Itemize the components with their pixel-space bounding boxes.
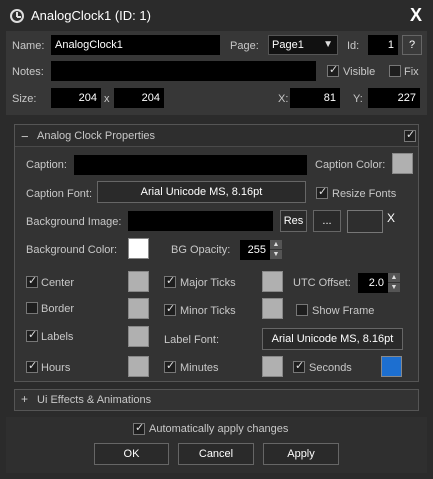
hours-label: Hours	[41, 362, 71, 374]
utc-up-icon[interactable]: ▲	[388, 273, 400, 282]
major-ticks-label: Major Ticks	[180, 277, 236, 289]
width-field[interactable]: 204	[51, 88, 101, 108]
bg-opacity-label: BG Opacity:	[171, 244, 231, 256]
page-label: Page:	[230, 40, 259, 52]
seconds-color-swatch[interactable]	[381, 356, 402, 377]
minor-ticks-checkbox[interactable]	[164, 302, 176, 316]
show-frame-checkbox[interactable]	[296, 304, 308, 316]
utc-offset-field[interactable]: 2.0	[358, 273, 388, 293]
center-label: Center	[41, 277, 75, 289]
clock-icon	[10, 9, 24, 23]
center-checkbox[interactable]	[26, 274, 38, 288]
minutes-color-swatch[interactable]	[262, 356, 283, 377]
minutes-label: Minutes	[180, 362, 219, 374]
res-button[interactable]: Res	[280, 210, 307, 232]
browse-button[interactable]: ...	[313, 210, 341, 232]
x-field[interactable]: 81	[290, 88, 340, 108]
border-color-swatch[interactable]	[128, 298, 149, 319]
border-label: Border	[41, 303, 75, 315]
caption-font-label: Caption Font:	[26, 188, 93, 200]
auto-apply-label: Automatically apply changes	[149, 423, 289, 435]
labels-checkbox[interactable]	[26, 328, 38, 342]
name-label: Name:	[12, 40, 45, 52]
utc-down-icon[interactable]: ▼	[388, 283, 400, 292]
hours-checkbox[interactable]	[26, 359, 38, 373]
close-button[interactable]: X	[405, 4, 427, 26]
properties-enabled-checkbox[interactable]	[404, 128, 416, 142]
caption-color-swatch[interactable]	[392, 153, 413, 174]
labels-color-swatch[interactable]	[128, 326, 149, 347]
chevron-down-icon: ▼	[323, 39, 333, 50]
window-title: AnalogClock1 (ID: 1)	[31, 8, 151, 23]
major-ticks-color-swatch[interactable]	[262, 271, 283, 292]
label-font-button[interactable]: Arial Unicode MS, 8.16pt	[262, 328, 403, 350]
hours-color-swatch[interactable]	[128, 356, 149, 377]
properties-title: Analog Clock Properties	[37, 130, 156, 142]
minor-ticks-color-swatch[interactable]	[262, 298, 283, 319]
bg-image-field[interactable]	[128, 211, 273, 231]
name-field[interactable]: AnalogClock1	[51, 35, 220, 55]
ui-effects-title: Ui Effects & Animations	[37, 394, 152, 406]
visible-checkbox[interactable]	[327, 63, 339, 77]
x-label: X:	[278, 93, 289, 105]
height-field[interactable]: 204	[114, 88, 164, 108]
notes-field[interactable]	[51, 61, 316, 81]
minor-ticks-label: Minor Ticks	[180, 305, 236, 317]
cancel-button[interactable]: Cancel	[178, 443, 254, 465]
page-dropdown[interactable]: Page1 ▼	[268, 35, 338, 55]
size-label: Size:	[12, 93, 37, 105]
labels-label: Labels	[41, 331, 74, 343]
border-checkbox[interactable]	[26, 302, 38, 314]
help-button[interactable]: ?	[402, 35, 422, 55]
resize-fonts-label: Resize Fonts	[332, 188, 397, 200]
seconds-label: Seconds	[309, 362, 352, 374]
opacity-down-icon[interactable]: ▼	[270, 250, 282, 259]
resize-fonts-checkbox[interactable]	[316, 185, 328, 199]
seconds-checkbox[interactable]	[293, 359, 305, 373]
minutes-checkbox[interactable]	[164, 359, 176, 373]
major-ticks-checkbox[interactable]	[164, 274, 176, 288]
bg-image-preview	[347, 210, 383, 233]
caption-color-label: Caption Color:	[315, 159, 386, 171]
collapse-icon[interactable]: −	[21, 129, 29, 144]
caption-font-button[interactable]: Arial Unicode MS, 8.16pt	[97, 181, 306, 203]
y-field[interactable]: 227	[368, 88, 420, 108]
apply-button[interactable]: Apply	[263, 443, 339, 465]
bg-color-swatch[interactable]	[128, 238, 149, 259]
utc-offset-label: UTC Offset:	[293, 277, 351, 289]
label-font-label: Label Font:	[164, 334, 220, 346]
size-separator: x	[104, 93, 110, 105]
ok-button[interactable]: OK	[94, 443, 169, 465]
expand-icon[interactable]: +	[21, 392, 28, 406]
bg-image-label: Background Image:	[26, 216, 122, 228]
caption-field[interactable]	[74, 155, 307, 175]
bg-color-label: Background Color:	[26, 244, 118, 256]
fix-checkbox[interactable]	[389, 65, 401, 77]
notes-label: Notes:	[12, 66, 44, 78]
visible-label: Visible	[343, 66, 376, 78]
center-color-swatch[interactable]	[128, 271, 149, 292]
id-field[interactable]: 1	[368, 35, 398, 55]
caption-label: Caption:	[26, 159, 67, 171]
clear-image-button[interactable]: X	[387, 211, 395, 225]
bg-opacity-field[interactable]: 255	[240, 240, 270, 260]
y-label: Y:	[353, 93, 363, 105]
fix-label: Fix	[404, 66, 419, 78]
id-label: Id:	[347, 40, 360, 52]
page-dropdown-value: Page1	[272, 39, 304, 51]
auto-apply-checkbox[interactable]	[133, 421, 145, 435]
opacity-up-icon[interactable]: ▲	[270, 240, 282, 249]
show-frame-label: Show Frame	[312, 305, 375, 317]
